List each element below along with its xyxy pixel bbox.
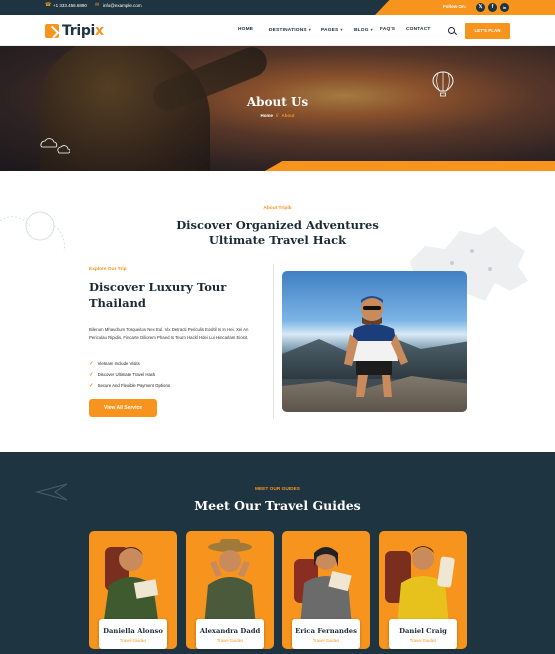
logo-text: Tripix — [62, 23, 104, 39]
logo[interactable]: Tripix — [45, 23, 104, 39]
photo-hiker — [344, 296, 408, 397]
linkedin-icon[interactable]: in — [500, 3, 509, 12]
facebook-icon[interactable]: f — [488, 3, 497, 12]
about-title-line-2: Ultimate Travel Hack — [208, 233, 347, 247]
tour-title-line-2: Thailand — [89, 296, 146, 310]
guides-section: MEET OUR GUIDES Meet Our Travel Guides D… — [0, 452, 555, 654]
follow-label: Follow On: — [443, 4, 467, 9]
guide-role: Travel Guides — [409, 638, 437, 643]
guide-photo — [204, 539, 256, 627]
lets-plan-button[interactable]: LET'S PLAN — [465, 23, 510, 39]
guide-card[interactable]: Erica Fernandes Travel Guides — [282, 531, 370, 649]
about-title-line-1: Discover Organized Adventures — [176, 218, 379, 232]
feature-text: Discover Ultimate Travel Hack — [97, 372, 156, 377]
email-contact[interactable]: ✉ info@example.com — [95, 2, 142, 9]
guide-role: Travel Guides — [216, 638, 244, 643]
view-all-service-button[interactable]: View All Service — [89, 399, 157, 417]
nav-contact[interactable]: CONTACT — [406, 27, 431, 32]
chevron-down-icon: ▾ — [370, 27, 373, 32]
guide-info: Daniel Craig Travel Guides — [389, 619, 457, 649]
breadcrumb: Home//About — [0, 113, 555, 118]
guide-photo — [294, 547, 352, 627]
explore-label: Explore Our Trip — [89, 267, 127, 272]
guide-role: Travel Guides — [312, 638, 340, 643]
about-section: About Tripib Discover Organized Adventur… — [0, 171, 555, 452]
guides-title: Meet Our Travel Guides — [194, 498, 361, 513]
list-item: ✓ Vietnam Include Visits — [89, 358, 264, 369]
guide-card[interactable]: Daniella Alonso Travel Guides — [89, 531, 177, 649]
nav-home[interactable]: HOME — [238, 27, 253, 32]
guide-name[interactable]: Daniella Alonso — [99, 627, 167, 635]
list-item: ✓ Discover Ultimate Travel Hack — [89, 369, 264, 380]
check-icon: ✓ — [89, 360, 94, 367]
guide-name[interactable]: Daniel Craig — [389, 627, 457, 635]
guide-photo — [385, 546, 455, 627]
tour-title: Discover Luxury Tour Thailand — [89, 279, 259, 311]
guide-card[interactable]: Daniel Craig Travel Guides — [379, 531, 467, 649]
list-item: ✓ Secure And Flexible Payment Options — [89, 380, 264, 391]
feature-text: Vietnam Include Visits — [97, 361, 140, 366]
guide-role: Travel Guides — [119, 638, 147, 643]
x-icon[interactable]: 𝕏 — [476, 3, 485, 12]
breadcrumb-home[interactable]: Home — [260, 113, 273, 118]
hot-air-balloon-icon — [432, 71, 454, 97]
nav-destinations[interactable]: DESTINATIONS ▾ — [269, 27, 311, 33]
guides-kicker: MEET OUR GUIDES — [254, 487, 301, 492]
about-kicker: About Tripib — [263, 206, 292, 211]
nav-faqs[interactable]: FAQ'S — [380, 27, 395, 32]
guide-name[interactable]: Alexandra Dadd — [196, 627, 264, 635]
main-header: Tripix HOME DESTINATIONS ▾ PAGES ▾ BLOG ▾ F… — [0, 15, 555, 46]
feature-list: ✓ Vietnam Include Visits ✓ Discover Ultima… — [89, 358, 264, 391]
breadcrumb-current: About — [281, 113, 295, 118]
nav-blog[interactable]: BLOG ▾ — [354, 27, 373, 33]
clouds-icon — [40, 138, 70, 154]
phone-icon: ☎ — [45, 2, 52, 8]
check-icon: ✓ — [89, 382, 94, 389]
guide-info: Erica Fernandes Travel Guides — [292, 619, 360, 649]
phone-contact[interactable]: ☎ +1 333.456.6890 — [45, 2, 87, 9]
top-bar: ☎ +1 333.456.6890 ✉ info@example.com Fol… — [0, 0, 555, 15]
chevron-down-icon: ▾ — [308, 27, 311, 32]
check-icon: ✓ — [89, 371, 94, 378]
about-title: Discover Organized Adventures Ultimate T… — [0, 218, 555, 248]
about-paragraph: Bilerum Mhavdrum Torqueitos Nex Eul. Vix… — [89, 327, 249, 340]
page: ☎ +1 333.456.6890 ✉ info@example.com Fol… — [0, 0, 555, 654]
guide-card[interactable]: Alexandra Dadd Travel Guides — [186, 531, 274, 649]
tour-title-line-1: Discover Luxury Tour — [89, 280, 227, 294]
search-icon[interactable] — [448, 27, 455, 34]
email-address: info@example.com — [103, 3, 142, 8]
page-banner: About Us Home//About — [0, 46, 555, 171]
divider — [273, 264, 274, 419]
chevron-down-icon: ▾ — [340, 27, 343, 32]
guide-info: Daniella Alonso Travel Guides — [99, 619, 167, 649]
logo-icon — [45, 24, 59, 38]
phone-number: +1 333.456.6890 — [53, 3, 87, 8]
mail-icon: ✉ — [95, 2, 100, 8]
guide-info: Alexandra Dadd Travel Guides — [196, 619, 264, 649]
feature-text: Secure And Flexible Payment Options — [97, 383, 170, 388]
guide-name[interactable]: Erica Fernandes — [292, 627, 360, 635]
page-title: About Us — [246, 95, 309, 109]
guide-photo — [103, 547, 159, 627]
banner-accent-strip — [265, 161, 555, 171]
breadcrumb-separator: // — [276, 113, 279, 118]
hiker-photo — [282, 271, 467, 412]
nav-pages[interactable]: PAGES ▾ — [321, 27, 343, 33]
